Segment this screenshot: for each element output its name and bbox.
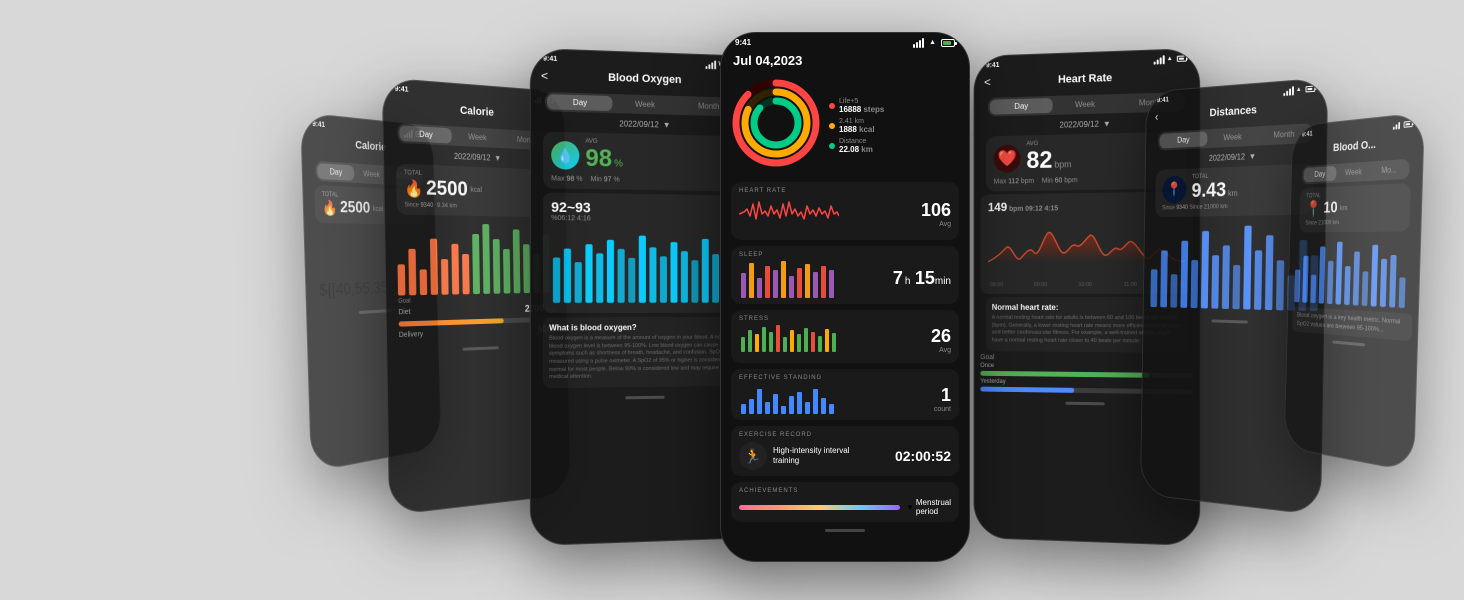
date-value-2: 2022/09/12 xyxy=(454,152,491,163)
tab-week-5[interactable]: Week xyxy=(1053,96,1117,113)
status-time-2: 9:41 xyxy=(395,85,409,93)
tab-bar-6: Day Week Month xyxy=(1158,123,1313,150)
home-indicator-7 xyxy=(1332,341,1365,347)
screen-title-6: Distances xyxy=(1209,104,1256,119)
chevron-down-icon: ▼ xyxy=(494,154,501,163)
activity-rings xyxy=(731,78,821,168)
screen-title-2: Calorie xyxy=(460,105,494,119)
tab-day-3[interactable]: Day xyxy=(547,94,613,111)
location-icon: 📍 xyxy=(1162,175,1186,203)
heart-rate-chart xyxy=(739,194,839,229)
partial-chart xyxy=(1293,236,1415,310)
tab-week-2[interactable]: Week xyxy=(452,128,502,146)
distance-total: 9.43 xyxy=(1191,179,1226,203)
screen-title-5: Heart Rate xyxy=(1058,72,1112,86)
screen-title-7: Blood O... xyxy=(1333,139,1376,155)
standing-chart xyxy=(739,384,839,414)
home-indicator-3 xyxy=(625,396,664,400)
activity-date: Jul 04,2023 xyxy=(733,53,957,68)
home-indicator-4 xyxy=(825,529,865,532)
status-time-7: 9:41 xyxy=(1302,130,1313,138)
tab-day[interactable]: Day xyxy=(317,163,354,181)
home-indicator-2 xyxy=(463,346,499,351)
chevron-down-icon-5: ▼ xyxy=(1103,119,1111,128)
tab-bar-7: Day Week Mo... xyxy=(1302,159,1410,185)
status-time-5: 9:41 xyxy=(986,61,999,68)
status-icons-5: ▲ xyxy=(1154,54,1187,64)
status-icons-7 xyxy=(1393,120,1413,129)
phone-partial-right: 9:41 Blood O... Day Week Mo... xyxy=(1284,112,1425,472)
sleep-chart xyxy=(739,258,839,298)
back-button-6[interactable]: ‹ xyxy=(1155,110,1159,124)
calorie-total: 2500 xyxy=(426,177,468,202)
tab-month-7[interactable]: Mo... xyxy=(1371,161,1408,179)
back-button-5[interactable]: < xyxy=(984,75,991,89)
home-indicator-5 xyxy=(1065,401,1104,405)
chevron-down-icon-3: ▼ xyxy=(663,120,671,129)
chevron-down-icon-6: ▼ xyxy=(1249,152,1256,161)
date-selector-3[interactable]: 2022/09/12 ▼ xyxy=(537,115,750,133)
status-icons-6: ▲ xyxy=(1283,84,1315,96)
heart-icon: ❤️ xyxy=(994,144,1021,172)
status-time: 9:41 xyxy=(312,120,325,129)
tab-day-2[interactable]: Day xyxy=(399,125,452,143)
status-icons-4: ▲ xyxy=(913,38,955,48)
tab-day-6[interactable]: Day xyxy=(1160,131,1208,148)
info-box-spo2: What is blood oxygen? Blood oxygen is a … xyxy=(543,317,744,389)
exercise-icon: 🏃 xyxy=(739,442,767,470)
tab-bar-3: Day Week Month xyxy=(545,92,742,117)
screen-title: Calorie xyxy=(355,139,386,154)
back-button-3[interactable]: < xyxy=(541,69,548,83)
tab-week-3[interactable]: Week xyxy=(613,96,677,113)
spo2-avg: 98 xyxy=(585,145,612,174)
screen-title-3: Blood Oxygen xyxy=(608,72,681,86)
tab-day-7[interactable]: Day xyxy=(1304,166,1337,183)
phones-container: 9:41 Calorie Day Week xyxy=(0,0,1464,600)
home-indicator-6 xyxy=(1212,319,1248,323)
status-time-4: 9:41 xyxy=(735,38,751,47)
tab-week-7[interactable]: Week xyxy=(1336,164,1371,181)
phone-activity: 9:41 ▲ Jul 04,2023 xyxy=(720,32,970,562)
hr-avg: 82 xyxy=(1026,147,1052,175)
status-time-3: 9:41 xyxy=(543,55,557,63)
tab-day-5[interactable]: Day xyxy=(990,98,1053,115)
tab-week-6[interactable]: Week xyxy=(1208,128,1258,146)
stress-chart xyxy=(739,322,839,352)
info-text-spo2: Blood oxygen is a measure of the amount … xyxy=(549,334,738,382)
status-time-6: 9:41 xyxy=(1157,96,1169,104)
